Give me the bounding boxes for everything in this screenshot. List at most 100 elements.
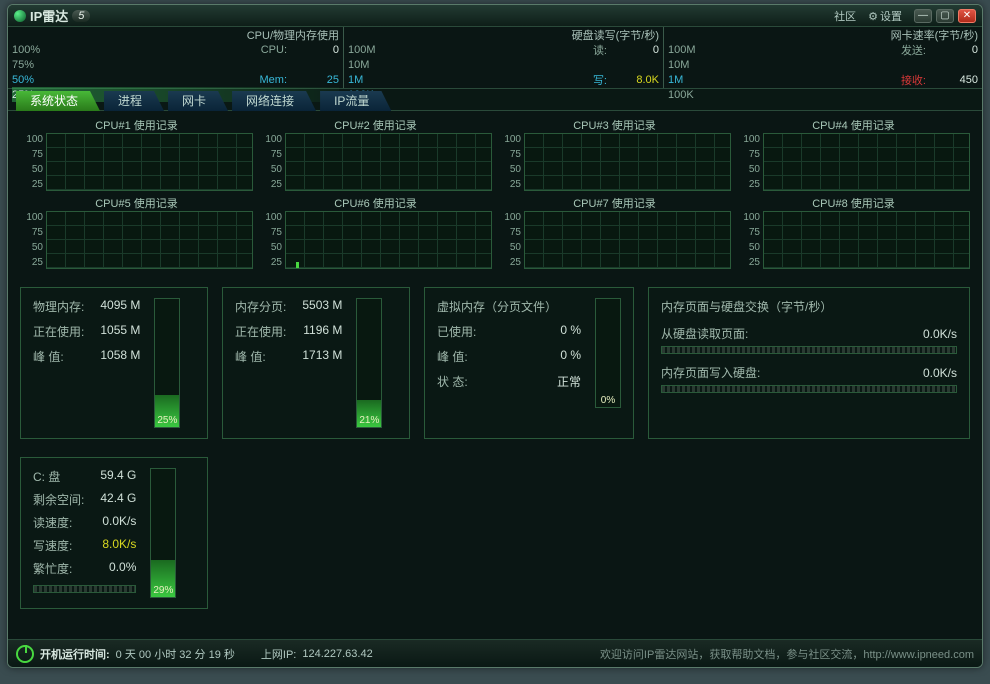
kv-value: 正常: [531, 373, 581, 390]
kv-key: 状 态:: [437, 373, 503, 390]
kv-key: 写速度:: [33, 537, 84, 554]
power-icon: [16, 645, 34, 663]
metric-nic: 网卡速率(字节/秒) 100M发送:0 10M 1M接收:450 100K: [664, 27, 982, 88]
bar-pct: 29%: [151, 585, 175, 596]
cpu-chart-title: CPU#7 使用记录: [498, 195, 731, 211]
titlebar: IP雷达 5 社区 ⚙设置 — ▢ ✕: [8, 5, 982, 27]
uptime-label: 开机运行时间:: [40, 646, 110, 662]
bar-physical-memory: 25%: [154, 298, 180, 428]
cpu-chart-grid: CPU#1 使用记录100755025CPU#2 使用记录100755025CP…: [20, 117, 970, 269]
bar-pct: 21%: [357, 415, 381, 426]
kv-key: C: 盘: [33, 468, 84, 485]
cpu-yaxis: 100755025: [259, 133, 285, 191]
bar-virtual-memory: 0%: [595, 298, 621, 408]
status-welcome: 欢迎访问IP雷达网站，获取帮助文档，参与社区交流，http://www.ipne…: [600, 646, 974, 662]
panel-virtual-memory: 虚拟内存（分页文件） 已使用:0 %峰 值:0 %状 态:正常 0%: [424, 287, 634, 439]
content: CPU#1 使用记录100755025CPU#2 使用记录100755025CP…: [8, 111, 982, 639]
kv-key: 峰 值:: [437, 348, 503, 365]
app-icon: [14, 10, 26, 22]
panel-page-swap: 内存页面与硬盘交换（字节/秒） 从硬盘读取页面:0.0K/s内存页面写入硬盘:0…: [648, 287, 970, 439]
kv-key: 内存分页:: [235, 298, 286, 315]
cpu-plot: [285, 211, 492, 269]
kv-value: 0 %: [531, 348, 581, 365]
cpu-chart-4: CPU#4 使用记录100755025: [737, 117, 970, 191]
cpu-yaxis: 100755025: [737, 133, 763, 191]
cpu-chart-7: CPU#7 使用记录100755025: [498, 195, 731, 269]
cpu-yaxis: 100755025: [498, 133, 524, 191]
memory-panels-row: 物理内存: 4095 M 正在使用: 1055 M 峰 值: 1058 M 25% 内存分…: [20, 287, 970, 439]
cpu-chart-title: CPU#6 使用记录: [259, 195, 492, 211]
mini-progress: [661, 346, 957, 354]
tab-process[interactable]: 进程: [104, 91, 164, 111]
maximize-button[interactable]: ▢: [936, 9, 954, 23]
cpu-chart-title: CPU#5 使用记录: [20, 195, 253, 211]
cpu-chart-title: CPU#2 使用记录: [259, 117, 492, 133]
cpu-chart-8: CPU#8 使用记录100755025: [737, 195, 970, 269]
bar-disk-c: 29%: [150, 468, 176, 598]
tab-net-connections[interactable]: 网络连接: [232, 91, 316, 111]
top-metrics: CPU/物理内存使用 100%CPU:0 75% 50%Mem:25 25% 硬…: [8, 27, 982, 89]
tab-ip-traffic[interactable]: IP流量: [320, 91, 391, 111]
kv-key: 繁忙度:: [33, 560, 84, 577]
app-title: IP雷达: [30, 6, 68, 25]
cpu-plot: [46, 133, 253, 191]
kv-value: 8.0K/s: [100, 537, 136, 554]
cpu-plot: [524, 211, 731, 269]
cpu-chart-2: CPU#2 使用记录100755025: [259, 117, 492, 191]
metric-header: 硬盘读写(字节/秒): [572, 27, 659, 42]
cpu-chart-3: CPU#3 使用记录100755025: [498, 117, 731, 191]
cpu-yaxis: 100755025: [737, 211, 763, 269]
cpu-chart-5: CPU#5 使用记录100755025: [20, 195, 253, 269]
bar-mem-paging: 21%: [356, 298, 382, 428]
settings-link[interactable]: ⚙设置: [868, 8, 902, 24]
kv-key: 剩余空间:: [33, 491, 84, 508]
metric-disk: 硬盘读写(字节/秒) 100M读:0 10M 1M写:8.0K 100K: [344, 27, 664, 88]
cpu-yaxis: 100755025: [259, 211, 285, 269]
kv-value: 1055 M: [100, 323, 140, 340]
cpu-plot: [524, 133, 731, 191]
panel-mem-paging: 内存分页:5503 M正在使用:1196 M峰 值:1713 M 21%: [222, 287, 410, 439]
kv-value: 42.4 G: [100, 491, 136, 508]
kv-value: 0.0K/s: [923, 366, 957, 380]
cpu-chart-title: CPU#4 使用记录: [737, 117, 970, 133]
kv-key: 物理内存:: [33, 298, 84, 315]
close-button[interactable]: ✕: [958, 9, 976, 23]
tab-nic[interactable]: 网卡: [168, 91, 228, 111]
cpu-plot: [46, 211, 253, 269]
cpu-plot: [763, 133, 970, 191]
cpu-plot: [285, 133, 492, 191]
window-buttons: — ▢ ✕: [914, 9, 976, 23]
disk-panels-row: C: 盘59.4 G剩余空间:42.4 G读速度:0.0K/s写速度:8.0K/…: [20, 457, 970, 609]
kv-value: 4095 M: [100, 298, 140, 315]
kv-value: 0.0K/s: [100, 514, 136, 531]
panel-physical-memory: 物理内存:4095 M正在使用:1055 M峰 值:1058 M 25%: [20, 287, 208, 439]
minimize-button[interactable]: —: [914, 9, 932, 23]
kv-key: 已使用:: [437, 323, 503, 340]
mini-progress: [33, 585, 136, 593]
statusbar: 开机运行时间: 0 天 00 小时 32 分 19 秒 上网IP: 124.22…: [8, 639, 982, 667]
kv-key: 读速度:: [33, 514, 84, 531]
metric-header: CPU/物理内存使用: [247, 27, 339, 42]
metric-header: 网卡速率(字节/秒): [891, 27, 978, 42]
app-window: IP雷达 5 社区 ⚙设置 — ▢ ✕ CPU/物理内存使用 100%CPU:0…: [7, 4, 983, 668]
mini-progress: [661, 385, 957, 393]
kv-value: 5503 M: [302, 298, 342, 315]
bar-pct: 0%: [596, 395, 620, 406]
ip-label: 上网IP:: [261, 646, 296, 662]
community-link[interactable]: 社区: [834, 8, 856, 24]
cpu-chart-title: CPU#8 使用记录: [737, 195, 970, 211]
app-version: 5: [72, 10, 90, 22]
cpu-plot: [763, 211, 970, 269]
cpu-yaxis: 100755025: [498, 211, 524, 269]
kv-key: 从硬盘读取页面:: [661, 325, 748, 342]
kv-key: 峰 值:: [235, 348, 286, 365]
cpu-chart-6: CPU#6 使用记录100755025: [259, 195, 492, 269]
kv-value: 1713 M: [302, 348, 342, 365]
kv-key: 正在使用:: [235, 323, 286, 340]
cpu-chart-title: CPU#1 使用记录: [20, 117, 253, 133]
panel-disk-c: C: 盘59.4 G剩余空间:42.4 G读速度:0.0K/s写速度:8.0K/…: [20, 457, 208, 609]
kv-key: 峰 值:: [33, 348, 84, 365]
tab-system-status[interactable]: 系统状态: [16, 91, 100, 111]
kv-value: 1058 M: [100, 348, 140, 365]
kv-value: 0.0%: [100, 560, 136, 577]
